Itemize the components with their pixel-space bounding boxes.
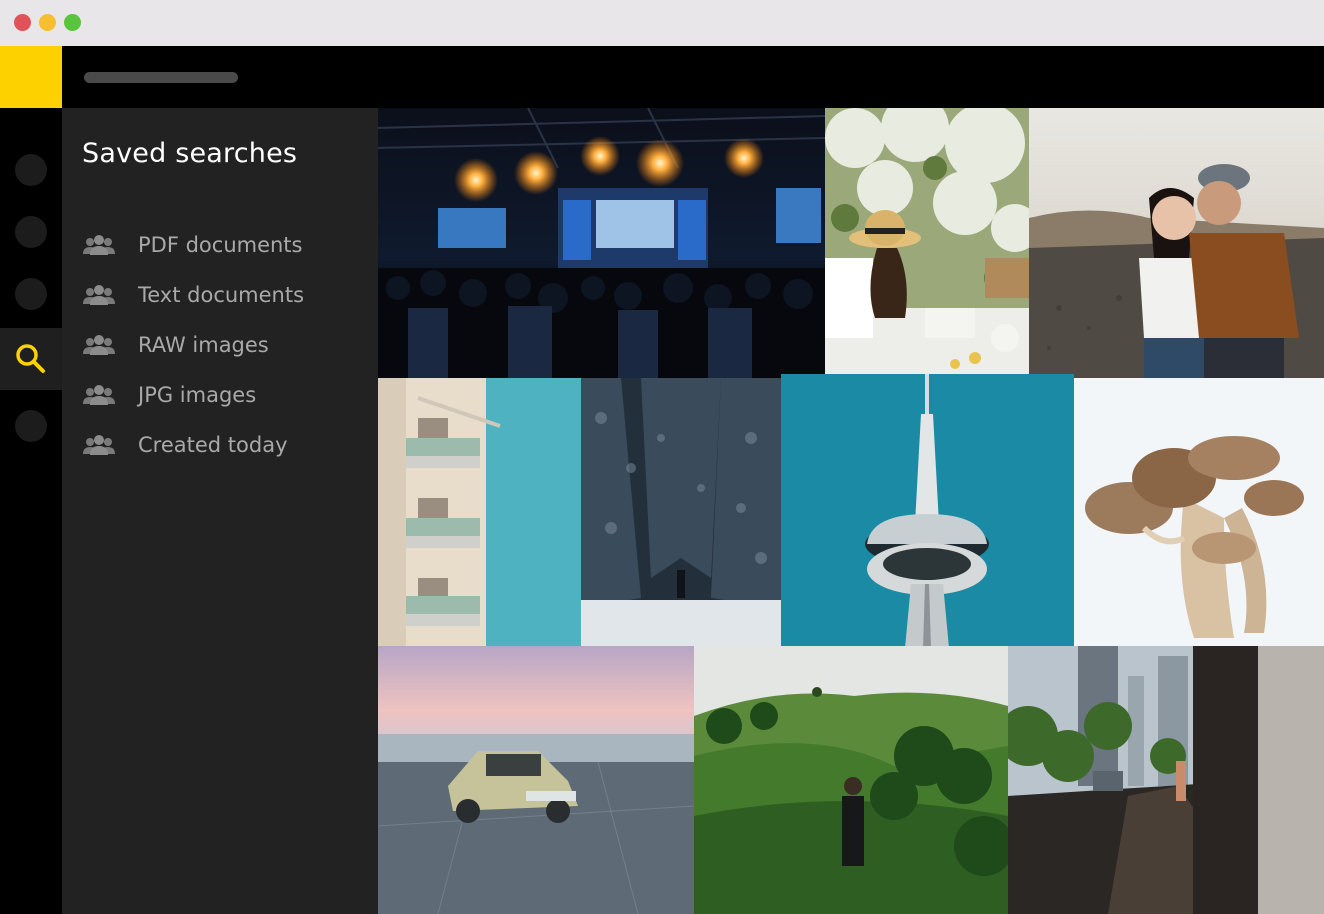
saved-search-label: Text documents bbox=[138, 283, 305, 307]
users-icon bbox=[82, 384, 116, 406]
photo-city-street[interactable] bbox=[1008, 646, 1324, 914]
photo-gallery bbox=[378, 108, 1324, 914]
rail-item-2[interactable] bbox=[0, 201, 62, 263]
photo-picnic-woman[interactable] bbox=[825, 108, 1029, 374]
rail-item-5[interactable] bbox=[0, 395, 62, 457]
minimize-window-button[interactable] bbox=[39, 14, 56, 31]
panel-title: Saved searches bbox=[82, 138, 298, 169]
app-header bbox=[0, 46, 1324, 108]
saved-search-list: PDF documents Text documents RAW images JPG… bbox=[82, 220, 304, 470]
rail-item-1[interactable] bbox=[0, 139, 62, 201]
search-icon bbox=[16, 344, 45, 373]
saved-search-label: Created today bbox=[138, 433, 288, 457]
rail-circle-icon bbox=[15, 154, 47, 186]
rail-circle-icon bbox=[15, 410, 47, 442]
rail-item-search[interactable] bbox=[0, 328, 62, 390]
rail-circle-icon bbox=[15, 278, 47, 310]
users-icon bbox=[82, 284, 116, 306]
saved-searches-panel: Saved searches PDF documents Text documen… bbox=[62, 108, 378, 914]
close-window-button[interactable] bbox=[14, 14, 31, 31]
photo-green-hills[interactable] bbox=[694, 646, 1008, 914]
users-icon bbox=[82, 434, 116, 456]
saved-search-label: RAW images bbox=[138, 333, 269, 357]
rail-circle-icon bbox=[15, 216, 47, 248]
window-titlebar bbox=[0, 0, 1324, 46]
photo-building-balconies[interactable] bbox=[378, 378, 581, 646]
photo-snowy-forest[interactable] bbox=[581, 378, 781, 646]
saved-search-item[interactable]: PDF documents bbox=[82, 220, 304, 270]
saved-search-item[interactable]: Created today bbox=[82, 420, 304, 470]
photo-car-rooftop[interactable] bbox=[378, 646, 694, 914]
saved-search-item[interactable]: JPG images bbox=[82, 370, 304, 420]
saved-search-label: PDF documents bbox=[138, 233, 303, 257]
users-icon bbox=[82, 334, 116, 356]
photo-couple-embrace[interactable] bbox=[1029, 108, 1324, 378]
saved-search-label: JPG images bbox=[138, 383, 257, 407]
saved-search-item[interactable]: Text documents bbox=[82, 270, 304, 320]
photo-concert-stage[interactable] bbox=[378, 108, 825, 378]
maximize-window-button[interactable] bbox=[64, 14, 81, 31]
rail-item-3[interactable] bbox=[0, 263, 62, 325]
app-logo[interactable] bbox=[0, 46, 62, 108]
users-icon bbox=[82, 234, 116, 256]
photo-mushroom[interactable] bbox=[1074, 378, 1324, 646]
nav-rail bbox=[0, 108, 62, 914]
search-placeholder-bar[interactable] bbox=[84, 72, 238, 83]
photo-cn-tower[interactable] bbox=[781, 374, 1074, 648]
saved-search-item[interactable]: RAW images bbox=[82, 320, 304, 370]
